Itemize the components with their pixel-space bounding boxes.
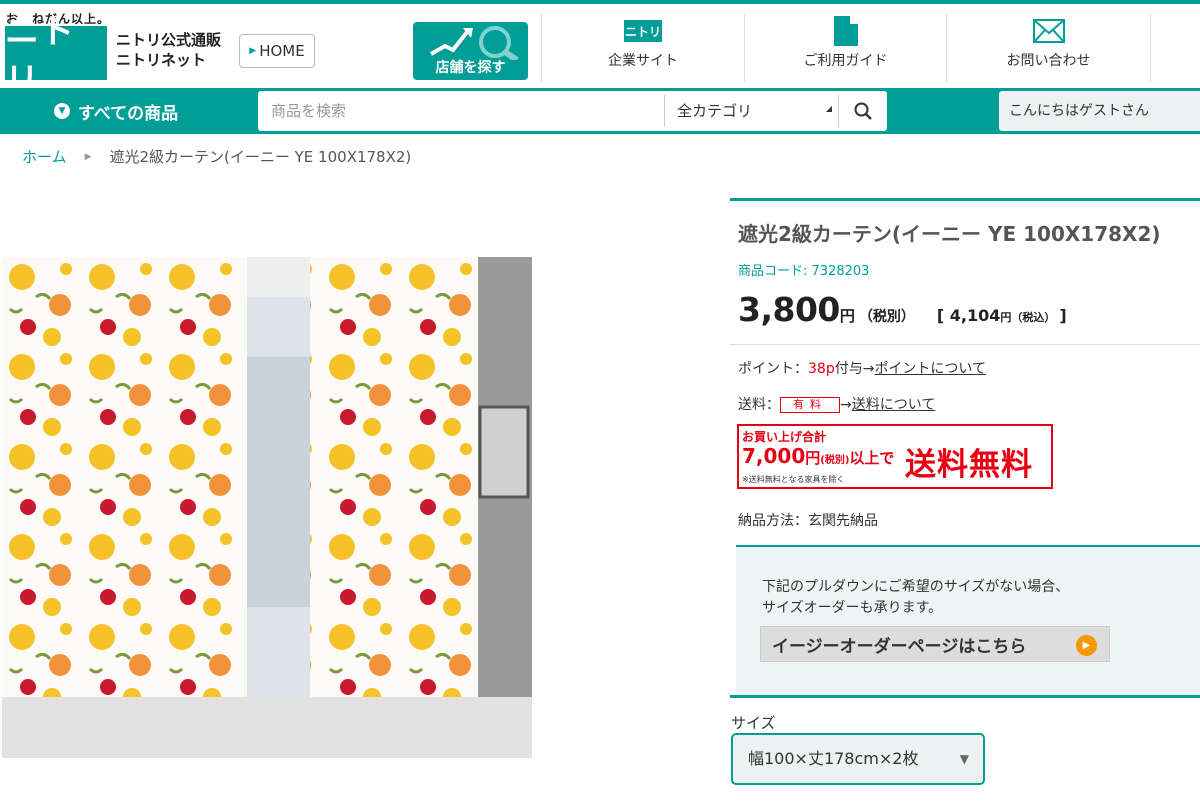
map-search-icon bbox=[430, 26, 519, 60]
chevron-down-icon: ▼ bbox=[959, 752, 969, 766]
price-incl-value: [ 4,104 bbox=[936, 306, 1001, 325]
banner-amount: 7,000 bbox=[742, 444, 806, 468]
price-incl-close: ] bbox=[1059, 306, 1067, 325]
chevron-down-icon: ▼ bbox=[54, 103, 70, 119]
chevron-right-icon: ▶ bbox=[84, 151, 92, 162]
easy-order-button[interactable]: イージーオーダーページはこちら ▶ bbox=[760, 626, 1110, 662]
free-shipping-banner[interactable]: お買い上げ合計 7,000円(税別)以上で 送料無料 ※送料無料となる家具を除く bbox=[737, 424, 1053, 489]
easy-order-text-1: 下記のプルダウンにご希望のサイズがない場合、 bbox=[762, 579, 1070, 595]
nav-contact[interactable]: お問い合わせ bbox=[947, 12, 1150, 84]
breadcrumb: ホーム ▶ 遮光2級カーテン(イーニー YE 100X178X2) bbox=[22, 146, 411, 167]
shipping-row: 送料： 有料 →送料について bbox=[738, 394, 935, 414]
nav-guide-label: ご利用ガイド bbox=[803, 53, 888, 69]
home-button[interactable]: ▶ HOME bbox=[239, 34, 315, 68]
search-button[interactable] bbox=[838, 95, 887, 127]
nav-contact-label: お問い合わせ bbox=[1006, 53, 1091, 69]
product-title: 遮光2級カーテン(イーニー YE 100X178X2) bbox=[738, 222, 1161, 246]
triangle-right-icon: ▶ bbox=[249, 46, 257, 56]
size-select[interactable]: 幅100×丈178cm×2枚 ▼ bbox=[731, 733, 985, 785]
nitori-logo[interactable]: ニトリ bbox=[5, 12, 107, 101]
search-bar: 全カテゴリ ◢ bbox=[258, 91, 887, 131]
all-products-menu[interactable]: ▼ すべての商品 bbox=[54, 88, 178, 134]
price-value: 3,800 bbox=[738, 290, 840, 329]
brand-line-1: ニトリ公式通販 bbox=[116, 31, 222, 49]
product-image[interactable] bbox=[2, 257, 532, 758]
easy-order-button-label: イージーオーダーページはこちら bbox=[772, 636, 1027, 657]
points-label: ポイント： bbox=[738, 361, 808, 377]
brand-line-2: ニトリネット bbox=[116, 51, 207, 69]
guest-greeting[interactable]: こんにちはゲストさん bbox=[999, 91, 1200, 131]
banner-yen: 円 bbox=[805, 449, 821, 467]
home-button-label: HOME bbox=[259, 42, 305, 60]
points-value: 38p bbox=[808, 361, 835, 377]
price-incl-note: （税込） bbox=[1011, 311, 1056, 324]
points-suffix: 付与→ bbox=[834, 361, 875, 377]
nav-corporate-site[interactable]: ニトリ 企業サイト bbox=[542, 12, 744, 84]
shipping-label: 送料： bbox=[738, 397, 780, 413]
price-tax-note: （税別） bbox=[858, 309, 915, 325]
product-code: 商品コード: 7328203 bbox=[738, 264, 870, 279]
size-select-value: 幅100×丈178cm×2枚 bbox=[748, 749, 919, 768]
size-label: サイズ bbox=[731, 714, 776, 732]
points-row: ポイント：38p付与→ポイントについて bbox=[738, 358, 986, 378]
store-search-button[interactable]: 店舗を探す bbox=[413, 22, 528, 80]
nitori-logo-icon: ニトリ bbox=[624, 20, 662, 42]
shipping-arrow: → bbox=[840, 397, 852, 413]
nav-divider bbox=[1150, 14, 1151, 82]
points-link[interactable]: ポイントについて bbox=[874, 361, 986, 377]
price-block: 3,800 円 （税別） [ 4,104 円 （税込） ] bbox=[738, 290, 1067, 329]
banner-free-text: 送料無料 bbox=[905, 447, 1033, 483]
price-unit: 円 bbox=[839, 307, 855, 325]
search-icon bbox=[854, 102, 872, 120]
shipping-link[interactable]: 送料について bbox=[852, 397, 936, 413]
arrow-right-icon: ▶ bbox=[1076, 635, 1097, 656]
svg-text:ニトリ: ニトリ bbox=[625, 25, 661, 39]
banner-above: 以上で bbox=[849, 449, 895, 467]
select-arrow-icon: ◢ bbox=[825, 104, 832, 113]
breadcrumb-home[interactable]: ホーム bbox=[22, 146, 67, 167]
envelope-icon bbox=[1032, 19, 1065, 43]
banner-tax: (税別) bbox=[820, 455, 850, 466]
nav-guide[interactable]: ご利用ガイド bbox=[745, 12, 946, 84]
breadcrumb-current: 遮光2級カーテン(イーニー YE 100X178X2) bbox=[109, 148, 412, 166]
banner-amount-line: 7,000円(税別)以上で bbox=[742, 444, 894, 468]
brand-name[interactable]: ニトリ公式通販 ニトリネット bbox=[116, 30, 221, 70]
category-select-value: 全カテゴリ bbox=[677, 102, 753, 120]
shipping-paid-badge: 有料 bbox=[780, 397, 840, 413]
category-select[interactable]: 全カテゴリ ◢ bbox=[664, 95, 838, 127]
curtain-photo bbox=[2, 257, 532, 758]
easy-order-text: 下記のプルダウンにご希望のサイズがない場合、 サイズオーダーも承ります。 bbox=[762, 577, 1069, 619]
store-search-label: 店舗を探す bbox=[435, 60, 506, 76]
nav-corporate-label: 企業サイト bbox=[608, 53, 678, 69]
divider bbox=[730, 344, 1200, 345]
document-icon bbox=[833, 16, 858, 46]
search-input[interactable] bbox=[258, 91, 664, 131]
main-nav-bar: ▼ すべての商品 全カテゴリ ◢ こんにちはゲストさん bbox=[0, 88, 1200, 134]
easy-order-box: 下記のプルダウンにご希望のサイズがない場合、 サイズオーダーも承ります。 イージ… bbox=[736, 545, 1200, 695]
banner-line-1: お買い上げ合計 bbox=[742, 430, 827, 444]
site-header: お、ねだん以上。 ニトリ ニトリ公式通販 ニトリネット ▶ HOME 店舗を探す … bbox=[0, 4, 1200, 101]
banner-note: ※送料無料となる家具を除く bbox=[742, 475, 845, 484]
size-section-border bbox=[730, 695, 1200, 698]
delivery-method: 納品方法：玄関先納品 bbox=[738, 513, 878, 529]
price-incl-unit: 円 bbox=[1000, 311, 1012, 324]
detail-top-border bbox=[730, 198, 1200, 201]
easy-order-text-2: サイズオーダーも承ります。 bbox=[762, 600, 943, 616]
all-products-label: すべての商品 bbox=[78, 103, 179, 124]
